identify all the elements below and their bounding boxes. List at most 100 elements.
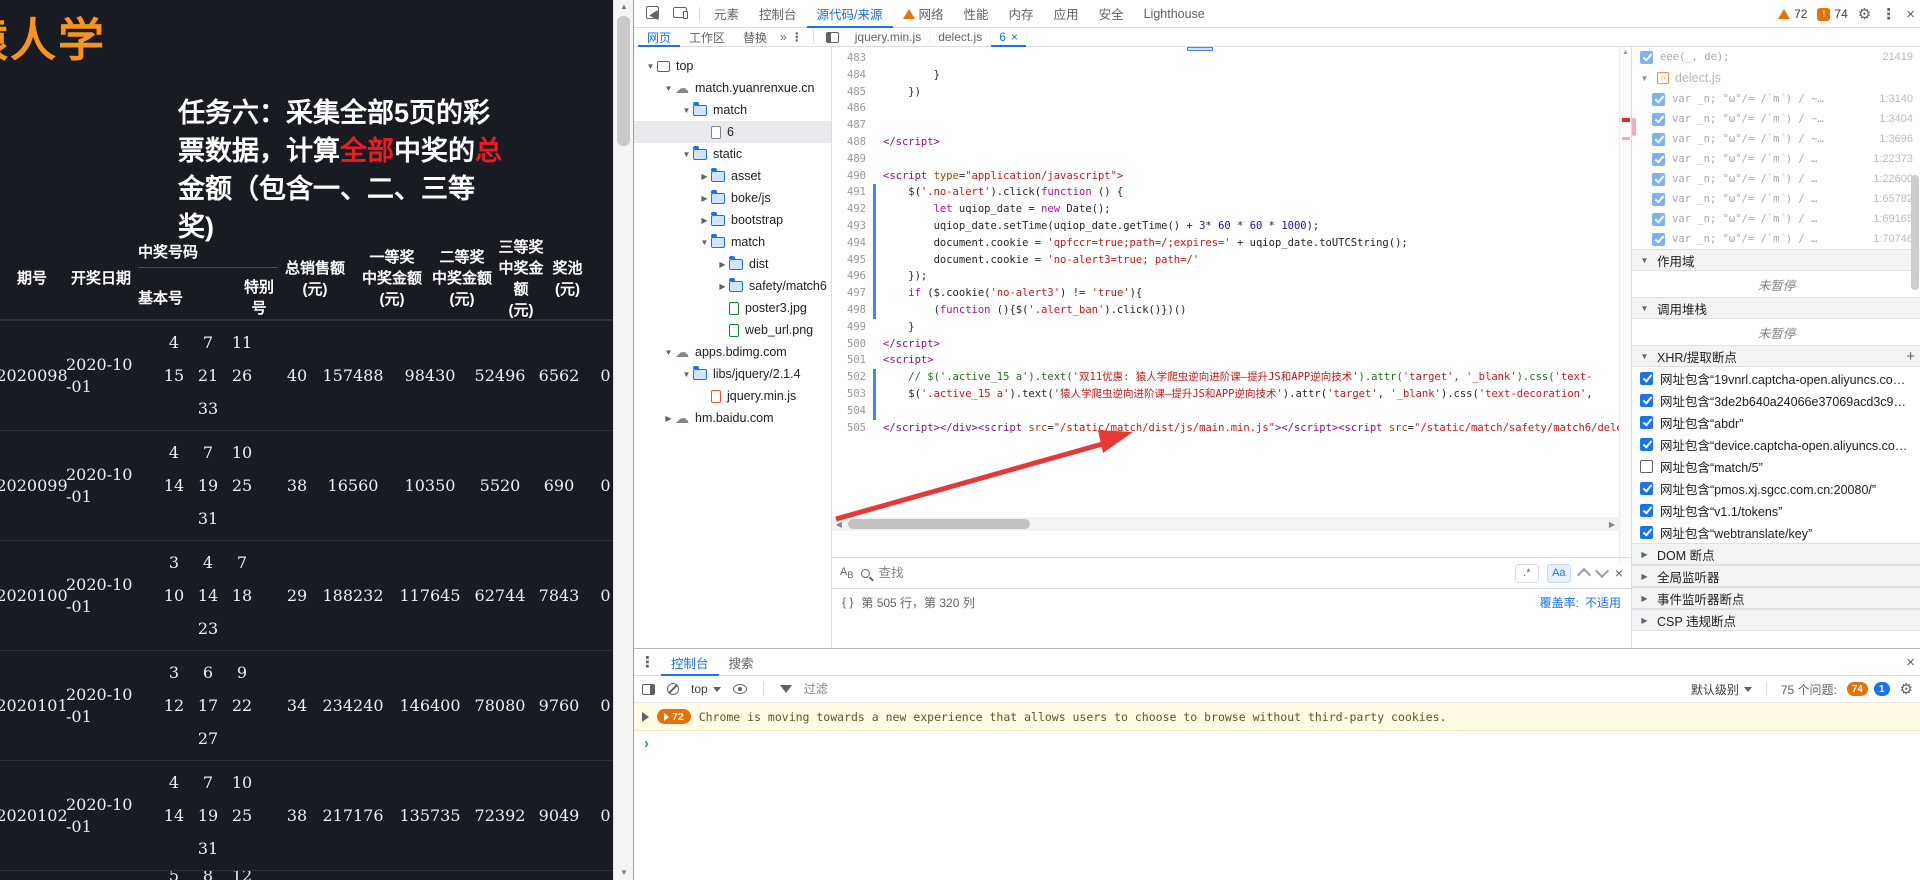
issues-count[interactable]: ! 74 [1817,7,1848,21]
tree-item-hm.baidu.com[interactable]: ▶ ☁ hm.baidu.com [634,407,831,429]
coverage-link[interactable]: 覆盖率: [1540,594,1579,611]
add-xhr-breakpoint-icon[interactable]: + [1906,348,1915,365]
tree-item-web_url.png[interactable]: web_url.png [634,319,831,341]
breakpoint-group-delect-js[interactable]: ▼ ‹› delect.js [1632,67,1920,89]
line-number[interactable]: 484 [832,67,873,84]
tree-item-top[interactable]: ▼ top [634,55,831,77]
nav-tab-替换[interactable]: 替换 [734,28,776,47]
line-number[interactable]: 486 [832,100,873,117]
tab-内存[interactable]: 内存 [999,0,1044,28]
checkbox-checked-icon[interactable] [1652,92,1665,106]
nav-tab-工作区[interactable]: 工作区 [680,28,734,47]
find-settings-icon[interactable]: AB [840,566,853,580]
console-tab-控制台[interactable]: 控制台 [661,649,719,676]
live-expression-icon[interactable] [732,684,747,694]
checkbox-checked-icon[interactable] [1640,415,1653,429]
xhr-breakpoint-item[interactable]: 网址包含“abdr” [1632,411,1920,433]
settings-gear-icon[interactable]: ⚙ [1858,5,1871,23]
tab-元素[interactable]: 元素 [704,0,749,28]
page-scrollbar[interactable]: ▲ ▼ [613,0,633,880]
chevron-down-icon[interactable]: ▼ [644,62,657,71]
breakpoint-entry[interactable]: var _n; °ω°/= /`m´) / ~… 1:3140 [1632,89,1920,109]
chevron-right-icon[interactable]: ▶ [716,282,729,291]
tree-item-6[interactable]: 6 [634,121,831,143]
sidebar-scrollbar-thumb[interactable] [1911,175,1919,290]
log-level-selector[interactable]: 默认级别 [1691,681,1752,698]
line-number[interactable]: 497 [832,285,873,302]
section-全局监听器[interactable]: ▶ 全局监听器 [1632,565,1920,587]
line-number[interactable]: 495 [832,252,873,269]
line-number[interactable]: 502 [832,369,873,386]
h-scrollbar-thumb[interactable] [848,519,1030,529]
page-scrollbar-thumb[interactable] [617,16,630,146]
xhr-breakpoint-item[interactable]: 网址包含“v1.1/tokens” [1632,499,1920,521]
chevron-down-icon[interactable]: ▼ [698,238,711,247]
checkbox-checked-icon[interactable] [1652,192,1665,206]
error-count-badge[interactable]: 74 [1846,682,1868,696]
regex-toggle-button[interactable]: .* [1514,563,1539,583]
tab-控制台[interactable]: 控制台 [749,0,807,28]
file-tab-6[interactable]: 6 × [991,27,1027,47]
line-number[interactable]: 485 [832,84,873,101]
breakpoint-entry[interactable]: var _n; °ω°/= /`m´) / ~… 1:3696 [1632,129,1920,149]
scroll-down-icon[interactable]: ▼ [614,866,634,880]
line-number[interactable]: 493 [832,218,873,235]
toggle-navigator-icon[interactable] [825,31,839,43]
breakpoint-entry[interactable]: var _n; °ω°/= /`m´) / … 1:65782 [1632,189,1920,209]
expand-icon[interactable] [642,711,649,722]
kebab-menu-icon[interactable]: ⋮ [1881,5,1896,23]
chevron-right-icon[interactable]: ▶ [698,172,711,181]
console-prompt[interactable]: › [634,731,1920,755]
find-input[interactable] [878,566,1507,580]
checkbox-checked-icon[interactable] [1652,232,1665,246]
inspect-element-icon[interactable] [646,5,663,23]
breakpoint-entry[interactable]: var _n; °ω°/= /`m´) / ~… 1:3404 [1632,109,1920,129]
next-match-icon[interactable] [1594,563,1609,579]
chevron-down-icon[interactable]: ▼ [662,348,675,357]
tree-item-match.yuanrenxue.cn[interactable]: ▼ ☁ match.yuanrenxue.cn [634,77,831,99]
section-xhr-breakpoints[interactable]: ▼ XHR/提取断点 + [1632,345,1920,367]
line-number[interactable]: 504 [832,403,873,420]
scroll-up-icon[interactable]: ▲ [1620,47,1631,59]
tab-安全[interactable]: 安全 [1089,0,1134,28]
line-number[interactable]: 492 [832,201,873,218]
tree-item-dist[interactable]: ▶ dist [634,253,831,275]
tree-item-static[interactable]: ▼ static [634,143,831,165]
line-number[interactable]: 483 [832,50,873,67]
checkbox-checked-icon[interactable] [1652,112,1665,126]
scroll-right-icon[interactable]: ▶ [1605,520,1619,529]
tab-Lighthouse[interactable]: Lighthouse [1134,0,1215,28]
chevron-down-icon[interactable]: ▼ [680,370,693,379]
line-number[interactable]: 490 [832,168,873,185]
context-selector[interactable]: top [691,682,721,696]
scroll-left-icon[interactable]: ◀ [832,520,846,529]
chevron-down-icon[interactable]: ▼ [680,150,693,159]
checkbox-checked-icon[interactable] [1640,393,1653,407]
checkbox-checked-icon[interactable] [1652,132,1665,146]
close-find-icon[interactable]: × [1615,565,1623,581]
line-number[interactable]: 489 [832,151,873,168]
checkbox-checked-icon[interactable] [1652,152,1665,166]
checkbox-checked-icon[interactable] [1640,525,1653,539]
xhr-breakpoint-item[interactable]: 网址包含“webtranslate/key” [1632,521,1920,543]
checkbox-checked-icon[interactable] [1640,437,1653,451]
console-filter-input[interactable] [803,682,1004,696]
chevron-down-icon[interactable]: ▼ [662,84,675,93]
chevron-down-icon[interactable]: ▼ [680,106,693,115]
tree-item-match[interactable]: ▼ match [634,99,831,121]
console-tab-搜索[interactable]: 搜索 [719,649,764,676]
clear-console-icon[interactable] [667,683,679,695]
line-number[interactable]: 499 [832,319,873,336]
tree-item-bootstrap[interactable]: ▶ bootstrap [634,209,831,231]
chevron-right-icon[interactable]: ▶ [662,414,675,423]
tree-item-match[interactable]: ▼ match [634,231,831,253]
editor-horizontal-scrollbar[interactable]: ◀ ▶ [832,517,1619,531]
checkbox-checked-icon[interactable] [1640,503,1653,517]
line-number[interactable]: 487 [832,117,873,134]
line-number[interactable]: 500 [832,336,873,353]
navigator-kebab-icon[interactable]: ⋮ [791,30,803,44]
checkbox-checked-icon[interactable] [1640,50,1653,64]
line-number[interactable]: 498 [832,302,873,319]
line-number[interactable]: 494 [832,235,873,252]
line-number[interactable]: 505 [832,420,873,437]
